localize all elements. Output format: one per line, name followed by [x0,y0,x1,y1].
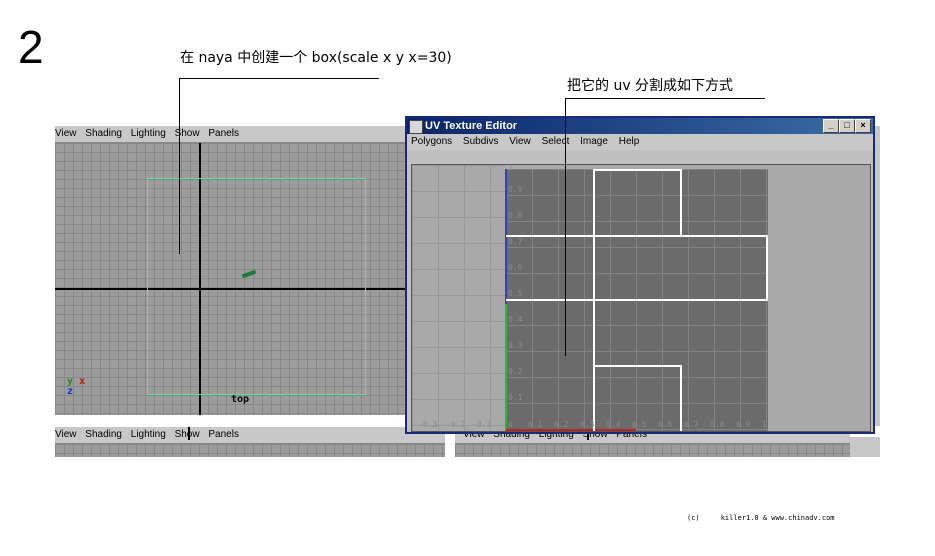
v-tick: 0.6 [508,263,523,272]
v-tick: 0.3 [508,341,523,350]
u-tick: -0.2 [446,420,466,429]
uv-outer-grid [412,165,506,431]
u-tick: 0.6 [658,420,673,429]
maximize-button[interactable]: □ [839,119,855,133]
u-tick: 0.4 [606,420,621,429]
uv-edge [593,365,682,367]
menu-lighting[interactable]: Lighting [131,128,166,139]
menu-view[interactable]: View [55,429,77,440]
u-tick: -0.3 [418,420,438,429]
uv-edge [680,365,682,431]
menu-view[interactable]: View [55,128,77,139]
leader-line-uv-vertical [565,98,566,356]
menu-help[interactable]: Help [619,136,640,147]
axis-z-label: z [67,386,74,397]
leader-line-top-vertical [179,78,180,254]
top-viewport-menubar: View Shading Lighting Show Panels [55,126,405,143]
uv-edge [506,235,768,237]
v-tick: 0.9 [508,185,523,194]
bottom-left-grid [55,427,445,457]
uv-edge [593,169,682,171]
axis-x-label: x [79,376,86,387]
axis-gizmo: y x z [67,377,85,397]
close-button[interactable]: × [855,119,871,133]
menu-shading[interactable]: Shading [85,128,122,139]
u-tick: 0 [508,420,513,429]
panel-edge [850,437,880,457]
u-tick: 0.1 [528,420,543,429]
menu-subdivs[interactable]: Subdivs [463,136,499,147]
u-tick: -0.1 [472,420,492,429]
u-tick: 1 [762,420,767,429]
v-tick: 1 [508,164,513,172]
bottom-right-grid [455,427,850,457]
bottom-left-viewport[interactable]: View Shading Lighting Show Panels [55,427,445,457]
app-icon [409,120,423,134]
u-tick: 0.9 [736,420,751,429]
leader-line-uv [565,98,765,99]
uv-editor-titlebar[interactable]: UV Texture Editor _ □ × [407,118,873,134]
menu-panels[interactable]: Panels [208,128,239,139]
window-title: UV Texture Editor [425,120,518,132]
caption-uv-split: 把它的 uv 分割成如下方式 [567,78,734,94]
uv-edge [766,235,768,301]
v-tick: 0.4 [508,315,523,324]
u-tick: 0.3 [580,420,595,429]
v-tick: 0.8 [508,211,523,220]
leader-line-top [179,78,379,79]
uv-edge [506,299,768,301]
v-tick: 0.5 [508,289,523,298]
uv-editor-menubar: Polygons Subdivs View Select Image Help [407,134,873,150]
uv-edge [680,169,682,235]
u-tick: 0.8 [710,420,725,429]
v-axis-lower [505,304,507,431]
menu-view[interactable]: View [509,136,531,147]
u-tick: 0.7 [684,420,699,429]
u-tick: 0.5 [632,420,647,429]
menu-polygons[interactable]: Polygons [411,136,452,147]
top-viewport[interactable]: top y x z [55,143,405,415]
v-tick: 0.2 [508,367,523,376]
menu-lighting[interactable]: Lighting [131,429,166,440]
u-tick: 0.2 [554,420,569,429]
menu-image[interactable]: Image [580,136,608,147]
caption-create-box: 在 naya 中创建一个 box(scale x y x=30) [180,50,452,66]
v-tick: 0.7 [508,237,523,246]
uv-texture-editor-window[interactable]: UV Texture Editor _ □ × Polygons Subdivs… [405,116,875,434]
menu-shading[interactable]: Shading [85,429,122,440]
uv-viewport[interactable]: 1 0.9 0.8 0.7 0.6 0.5 0.4 0.3 0.2 0.1 -0… [411,164,871,432]
step-number: 2 [18,21,44,73]
menu-panels[interactable]: Panels [208,429,239,440]
credit-text: (c) killer1.0 & www.chinadv.com [687,514,835,522]
v-tick: 0.1 [508,393,523,402]
minimize-button[interactable]: _ [823,119,839,133]
camera-label: top [231,394,250,405]
u-axis [506,429,636,431]
